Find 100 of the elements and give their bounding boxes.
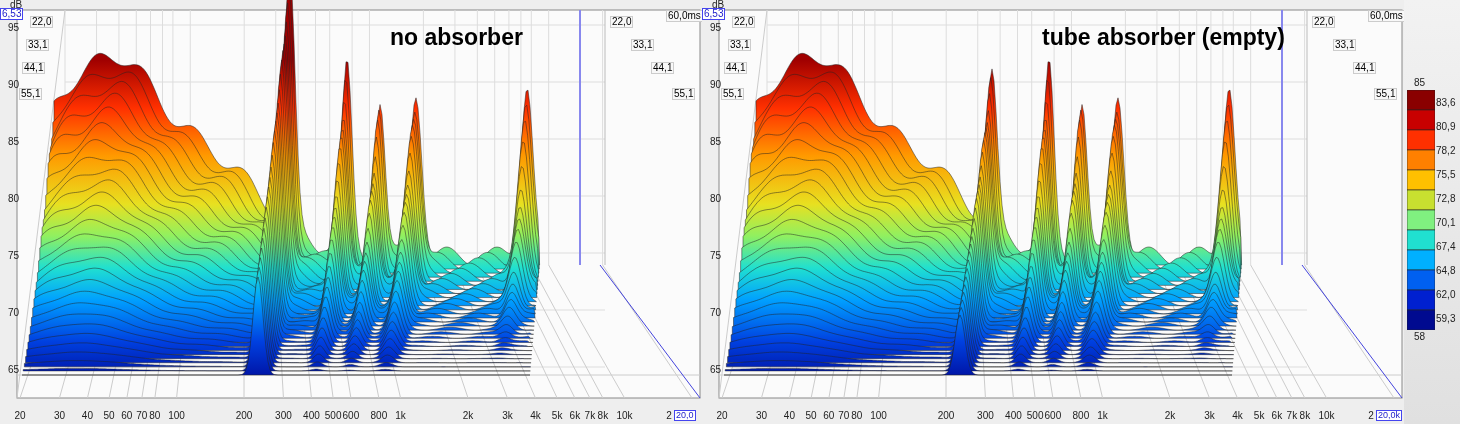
axis-label: 1k [395,411,406,421]
axis-label: 70 [136,411,148,421]
axis-label: 600 [1044,411,1062,421]
axis-label: 800 [370,411,388,421]
axis-label: 70 [838,411,850,421]
time-label: 60,0ms [1368,10,1404,22]
cursor-readout: 20,0k [1376,410,1403,421]
axis-label: 2 [666,411,672,421]
axis-label: 95 [8,23,20,33]
axis-label: 85 [8,137,20,147]
axis-label: 5k [551,411,563,421]
axis-label: 500 [1026,411,1044,421]
axis-label: 2k [1164,411,1176,421]
axis-label: 65 [8,365,20,375]
axis-label: 80 [8,194,20,204]
axis-label: 100 [168,411,185,421]
axis-label: 85 [710,137,722,147]
time-label: 60,0ms [666,10,702,22]
axis-label: 50 [805,411,817,421]
axis-label: 10k [1318,411,1335,421]
legend-label: 70,1 [1436,218,1456,228]
axis-label: 800 [1072,411,1090,421]
cursor-readout: 6,53 [0,8,24,20]
time-label: 44,1 [1353,62,1377,74]
legend-label: 72,8 [1436,194,1456,204]
time-label: 22,0 [1312,16,1336,28]
axis-label: 20 [14,411,26,421]
axis-label: 4k [1232,411,1243,421]
axis-label: 30 [755,411,767,421]
axis-label: 40 [81,411,93,421]
axis-label: 70 [8,308,20,318]
axis-label: 1k [1097,411,1108,421]
axis-label: 300 [977,411,994,421]
axis-label: 6k [1271,411,1283,421]
cursor-readout: 6,53 [702,8,726,20]
legend-label: 83,6 [1436,98,1456,108]
axis-label: 7k [1286,411,1298,421]
axis-label: 90 [8,80,20,90]
chart-title: tube absorber (empty) [1042,26,1285,49]
time-label: 44,1 [22,62,46,74]
axis-label: 95 [710,23,722,33]
legend-label: 59,3 [1436,314,1456,324]
axis-label: 7k [584,411,596,421]
axis-label: 400 [1005,411,1022,421]
time-label: 55,1 [1374,88,1398,100]
axis-label: 2k [462,411,474,421]
axis-label: 2 [1368,411,1374,421]
time-label: 55,1 [721,88,745,100]
time-label: 22,0 [732,16,756,28]
axis-label: 8k [1299,411,1311,421]
legend-label: 78,2 [1436,146,1456,156]
legend-label: 75,5 [1436,170,1456,180]
time-label: 55,1 [19,88,43,100]
axis-label: 65 [710,365,722,375]
axis-label: 4k [530,411,541,421]
legend-label: 62,0 [1436,290,1456,300]
axis-label: 90 [710,80,722,90]
time-label: 44,1 [651,62,675,74]
axis-label: 70 [710,308,722,318]
axis-label: 80 [710,194,722,204]
axis-label: 300 [275,411,292,421]
axis-label: 5k [1253,411,1265,421]
legend-label: 58 [1414,332,1426,342]
colorbar-icon [1407,90,1435,330]
axis-label: 50 [103,411,115,421]
axis-label: 60 [121,411,133,421]
axis-label: 200 [235,411,253,421]
time-label: 22,0 [610,16,634,28]
axis-label: 600 [342,411,360,421]
chart-title: no absorber [390,26,523,49]
axis-label: 8k [597,411,609,421]
time-label: 22,0 [30,16,54,28]
axis-label: 75 [710,251,722,261]
legend-label: 67,4 [1436,242,1456,252]
time-label: 33,1 [26,39,50,51]
axis-label: 60 [823,411,835,421]
time-label: 33,1 [728,39,752,51]
time-label: 55,1 [672,88,696,100]
time-label: 33,1 [1333,39,1357,51]
axis-unit: dB [712,0,725,10]
axis-unit: dB [10,0,23,10]
time-label: 44,1 [724,62,748,74]
axis-label: 400 [303,411,320,421]
legend-label: 85 [1414,78,1426,88]
axis-label: 20 [716,411,728,421]
cursor-readout: 20,0 [674,410,696,421]
axis-label: 100 [870,411,887,421]
axis-label: 80 [149,411,161,421]
axis-label: 200 [937,411,955,421]
axis-label: 75 [8,251,20,261]
axis-label: 30 [53,411,65,421]
axis-label: 3k [1204,411,1215,421]
axis-label: 40 [783,411,795,421]
axis-label: 500 [324,411,342,421]
axis-label: 3k [502,411,513,421]
legend-label: 80,9 [1436,122,1456,132]
axis-label: 10k [616,411,633,421]
legend-label: 64,8 [1436,266,1456,276]
axis-label: 80 [851,411,863,421]
axis-label: 6k [569,411,581,421]
